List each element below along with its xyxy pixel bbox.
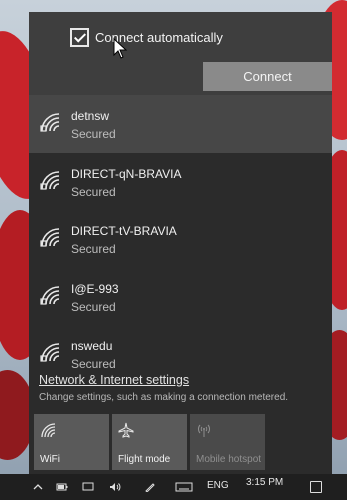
network-list: detnsw Secured DIRECT-qN-BRAVIA Secured: [29, 95, 332, 383]
language-indicator[interactable]: ENG: [207, 480, 229, 491]
quick-actions: WiFi Flight mode Mobile hotspot: [34, 414, 324, 470]
network-status: Secured: [71, 357, 116, 371]
network-name: DIRECT-qN-BRAVIA: [71, 166, 182, 181]
taskbar: ENG 3:15 PM: [0, 474, 347, 500]
network-status: Secured: [71, 299, 116, 314]
network-name: detnsw: [71, 109, 110, 123]
mouse-cursor-icon: [113, 38, 128, 59]
wifi-secured-icon: [40, 343, 60, 362]
network-status: Secured: [71, 242, 116, 256]
clock[interactable]: 3:15 PM: [246, 477, 283, 488]
network-item[interactable]: detnsw Secured: [29, 95, 332, 153]
wifi-secured-icon: [40, 170, 60, 190]
tile-label: WiFi: [40, 454, 60, 465]
selected-network-panel: Connect automatically Connect: [29, 12, 332, 102]
connect-button[interactable]: Connect: [203, 62, 332, 91]
tile-label: Mobile hotspot: [196, 454, 262, 465]
wifi-secured-icon: [40, 113, 60, 132]
wifi-tile[interactable]: WiFi: [34, 414, 109, 470]
keyboard-icon[interactable]: [175, 482, 193, 492]
display-icon[interactable]: [82, 482, 94, 492]
network-item[interactable]: DIRECT-qN-BRAVIA Secured: [29, 153, 332, 211]
flight-mode-tile[interactable]: Flight mode: [112, 414, 187, 470]
network-item[interactable]: I@E-993 Secured: [29, 268, 332, 326]
network-name: nswedu: [71, 339, 113, 353]
wifi-secured-icon: [40, 285, 60, 305]
chevron-up-icon[interactable]: [32, 482, 44, 492]
battery-icon[interactable]: [56, 482, 68, 492]
wifi-secured-icon: [40, 228, 60, 247]
volume-icon[interactable]: [109, 482, 121, 492]
network-settings-link[interactable]: Network & Internet settings: [39, 373, 189, 387]
network-name: DIRECT-tV-BRAVIA: [71, 224, 177, 238]
network-name: I@E-993: [71, 281, 119, 296]
pen-icon[interactable]: [144, 482, 156, 492]
tile-label: Flight mode: [118, 454, 171, 465]
mobile-hotspot-tile[interactable]: Mobile hotspot: [190, 414, 265, 470]
notification-center-icon[interactable]: [310, 481, 322, 493]
connect-automatically-checkbox[interactable]: [70, 28, 89, 47]
network-item[interactable]: DIRECT-tV-BRAVIA Secured: [29, 210, 332, 268]
wifi-icon: [41, 423, 56, 438]
network-status: Secured: [71, 184, 116, 199]
hotspot-icon: [198, 424, 210, 437]
network-settings-description: Change settings, such as making a connec…: [39, 392, 289, 403]
network-status: Secured: [71, 127, 116, 141]
network-flyout: Connect automatically Connect detnsw Sec…: [29, 12, 332, 474]
checkmark-icon: [73, 29, 86, 43]
airplane-icon: [118, 422, 134, 438]
